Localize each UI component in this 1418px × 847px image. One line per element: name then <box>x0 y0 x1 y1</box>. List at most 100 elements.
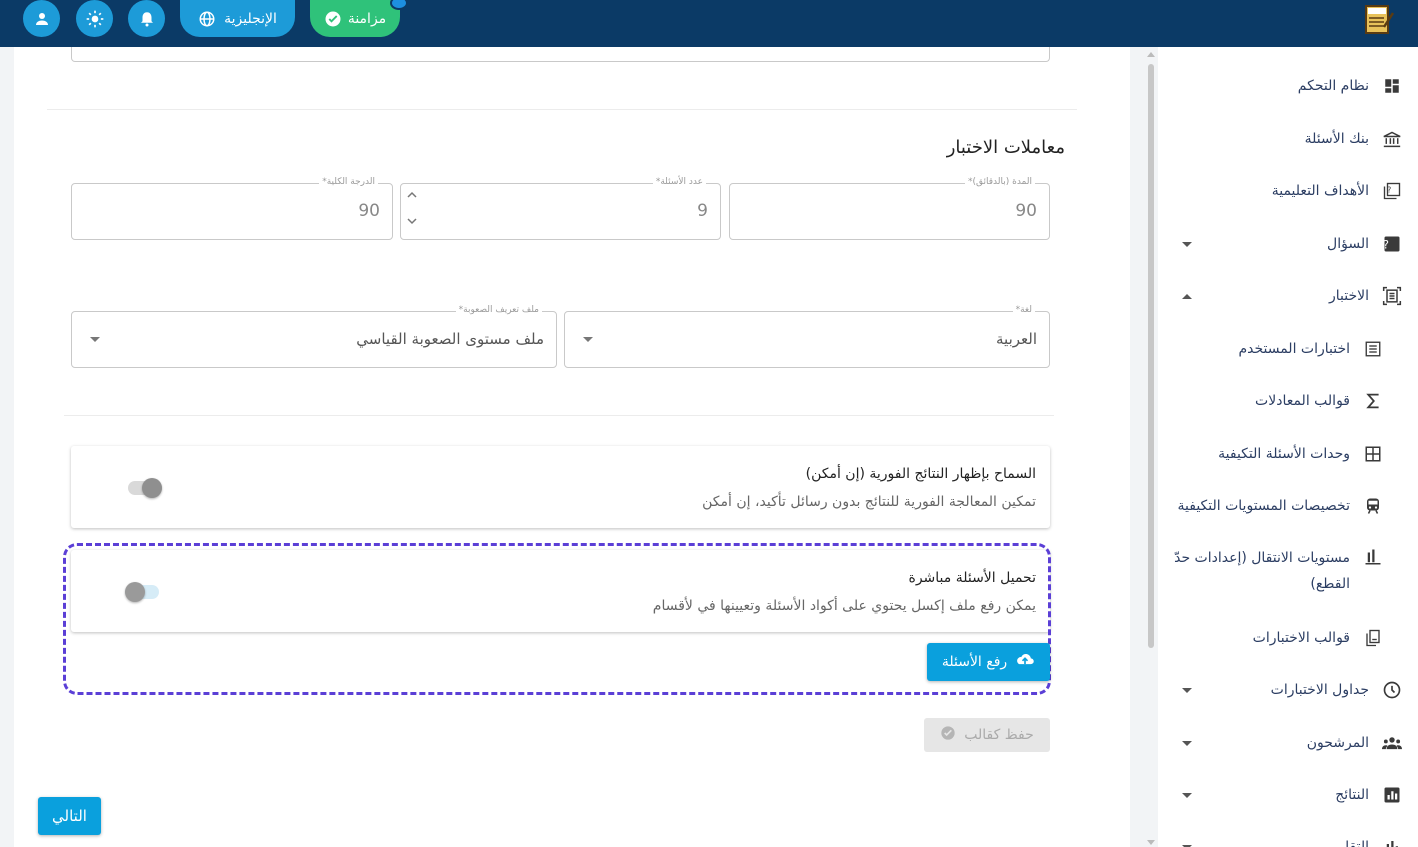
duration-field[interactable]: المدة (بالدقائق)* 90 <box>729 177 1050 240</box>
total-score-field[interactable]: الدرجة الكلية* 90 <box>71 177 393 240</box>
total-score-value: 90 <box>358 201 380 221</box>
check-circle-icon <box>940 725 956 745</box>
list-icon <box>1363 339 1383 359</box>
instant-results-card: السماح بإظهار النتائج الفورية (إن أمكن) … <box>71 446 1050 528</box>
highlight-region <box>63 543 1051 695</box>
language-label: الإنجليزية <box>224 10 277 27</box>
people-icon <box>1382 733 1402 753</box>
chevron-up-icon[interactable] <box>1182 293 1192 299</box>
next-button[interactable]: التالي <box>38 797 101 835</box>
svg-text:?: ? <box>1387 186 1391 195</box>
sidebar-scrollbar[interactable] <box>1144 50 1158 847</box>
sidebar-item-exam-schedules[interactable]: جداول الاختبارات <box>1158 670 1418 710</box>
sidebar-item-adaptive-levels[interactable]: تخصيصات المستويات التكيفية <box>1158 486 1418 526</box>
duration-label: المدة (بالدقائق)* <box>964 177 1035 187</box>
chevron-down-icon <box>407 218 417 225</box>
language-button[interactable]: الإنجليزية <box>180 0 295 37</box>
sidebar-item-results[interactable]: النتائج <box>1158 775 1418 815</box>
sidebar-item-equation-templates[interactable]: قوالب المعادلات <box>1158 381 1418 421</box>
toggle-knob <box>142 478 162 498</box>
template-icon <box>1363 628 1383 648</box>
sidebar-item-user-exams[interactable]: اختبارات المستخدم <box>1158 329 1418 369</box>
dashboard-icon <box>1382 76 1402 96</box>
divider <box>47 109 1077 110</box>
sidebar-item-dashboard[interactable]: نظام التحكم <box>1158 66 1418 106</box>
caret-down-icon <box>90 337 100 342</box>
sidebar-item-objectives[interactable]: ? الأهداف التعليمية <box>1158 171 1418 211</box>
duration-value: 90 <box>1015 201 1037 221</box>
sidebar-item-label: الاختبار <box>1328 288 1369 304</box>
sidebar-item-label: النتائج <box>1335 787 1369 803</box>
sidebar: نظام التحكم بنك الأسئلة ? الأهداف التعلي… <box>1158 47 1418 847</box>
previous-field[interactable] <box>71 47 1050 62</box>
question-count-value: 9 <box>697 201 708 221</box>
sidebar-item-exam[interactable]: الاختبار <box>1158 276 1418 316</box>
chart-icon <box>1382 785 1402 805</box>
bell-icon <box>138 10 156 28</box>
scroll-thumb[interactable] <box>1148 64 1154 648</box>
question-count-label: عدد الأسئلة* <box>652 177 706 187</box>
sun-icon <box>85 9 105 29</box>
sidebar-item-label: وحدات الأسئلة التكيفية <box>1218 446 1350 462</box>
sync-button[interactable]: مزامنة <box>310 0 400 37</box>
clock-icon <box>1382 680 1402 700</box>
difficulty-profile-select[interactable]: ملف تعريف الصعوبة* ملف مستوى الصعوبة الق… <box>71 305 557 368</box>
main-content: معاملات الاختبار الدرجة الكلية* 90 عدد ا… <box>14 47 1130 847</box>
bank-icon <box>1382 129 1402 149</box>
sidebar-item-label: اختبارات المستخدم <box>1238 341 1350 357</box>
scroll-down-icon[interactable] <box>1147 840 1155 845</box>
sigma-icon <box>1363 391 1383 411</box>
sidebar-item-label: السؤال <box>1327 236 1369 252</box>
difficulty-profile-value: ملف مستوى الصعوبة القياسي <box>356 330 544 348</box>
sidebar-item-reports[interactable]: التقارير <box>1158 827 1418 847</box>
section-title: معاملات الاختبار <box>946 137 1065 158</box>
train-icon <box>1363 496 1383 516</box>
save-template-button[interactable]: حفظ كقالب <box>924 718 1050 752</box>
sidebar-item-label: جداول الاختبارات <box>1270 682 1369 698</box>
user-icon <box>33 10 51 28</box>
sidebar-item-label: مستويات الانتقال (إعدادات حدّ القطع) <box>1174 550 1350 592</box>
sidebar-item-label: بنك الأسئلة <box>1304 131 1369 147</box>
sidebar-item-question-bank[interactable]: بنك الأسئلة <box>1158 119 1418 159</box>
notifications-button[interactable] <box>128 0 165 37</box>
sidebar-item-transition-levels[interactable]: مستويات الانتقال (إعدادات حدّ القطع) <box>1158 541 1418 597</box>
chevron-up-icon <box>407 191 417 198</box>
bar-icon <box>1363 547 1383 567</box>
app-header: الإنجليزية مزامنة <box>0 0 1418 47</box>
upload-questions-button[interactable]: رفع الأسئلة <box>927 643 1050 681</box>
sidebar-item-adaptive-units[interactable]: وحدات الأسئلة التكيفية <box>1158 434 1418 474</box>
sidebar-item-label: الأهداف التعليمية <box>1271 183 1369 199</box>
language-select[interactable]: لغة* العربية <box>564 305 1050 368</box>
language-field-label: لغة* <box>1012 305 1035 315</box>
exam-logo-icon[interactable] <box>1364 3 1395 35</box>
objectives-icon: ? <box>1382 181 1402 201</box>
sidebar-item-question[interactable]: ? السؤال <box>1158 224 1418 264</box>
language-value: العربية <box>996 330 1037 348</box>
report-icon <box>1382 837 1402 847</box>
difficulty-profile-label: ملف تعريف الصعوبة* <box>455 305 542 315</box>
instant-results-toggle[interactable] <box>128 478 162 498</box>
theme-toggle-button[interactable] <box>76 0 113 37</box>
chevron-down-icon[interactable] <box>1182 740 1192 746</box>
instant-results-description: تمكين المعالجة الفورية للنتائج بدون رسائ… <box>702 494 1036 510</box>
question-count-field[interactable]: عدد الأسئلة* 9 <box>400 177 721 240</box>
grid-icon <box>1363 444 1383 464</box>
user-button[interactable] <box>23 0 60 37</box>
globe-icon <box>198 10 216 28</box>
sidebar-item-label: المرشحون <box>1306 735 1369 751</box>
chevron-down-icon[interactable] <box>1182 241 1192 247</box>
total-score-label: الدرجة الكلية* <box>319 177 378 187</box>
sidebar-item-label: نظام التحكم <box>1297 78 1369 94</box>
number-stepper[interactable] <box>407 190 417 232</box>
svg-text:?: ? <box>1383 239 1389 252</box>
chevron-down-icon[interactable] <box>1182 687 1192 693</box>
check-circle-icon <box>324 10 342 28</box>
sidebar-item-candidates[interactable]: المرشحون <box>1158 723 1418 763</box>
scroll-up-icon[interactable] <box>1147 52 1155 57</box>
caret-down-icon <box>583 337 593 342</box>
chevron-down-icon[interactable] <box>1182 792 1192 798</box>
exam-icon <box>1382 286 1402 306</box>
sidebar-item-exam-templates[interactable]: قوالب الاختبارات <box>1158 618 1418 658</box>
sync-status-dot <box>390 0 408 10</box>
upload-questions-label: رفع الأسئلة <box>941 654 1008 670</box>
